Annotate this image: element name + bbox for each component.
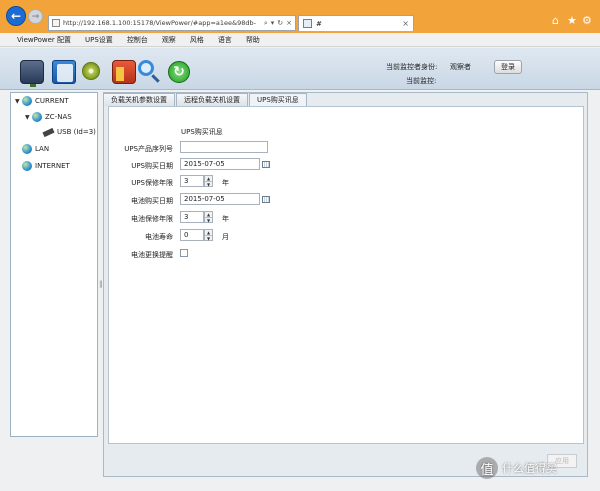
home-icon[interactable]: ⌂ [552,14,559,27]
menu-viewpower-config[interactable]: ViewPower 配置 [17,35,71,45]
calendar-icon[interactable] [262,161,270,168]
network-globe-icon [22,161,32,171]
menu-language[interactable]: 语言 [218,35,232,45]
battery-warranty-label: 电池保修年限 [131,215,173,223]
settings-tabs: 负载关机参数设置 远程负载关机设置 UPS购买讯息 [103,93,308,106]
search-icon[interactable]: ⌕ [264,19,268,28]
footer-strip [0,478,600,491]
battery-life-stepper[interactable]: ▲ ▼ [204,229,213,241]
battery-box-icon[interactable] [112,60,136,84]
spin-down-icon[interactable]: ▼ [205,182,212,187]
monitor-icon[interactable] [20,60,44,87]
battery-reminder-checkbox[interactable] [180,249,188,257]
menubar: ViewPower 配置 UPS设置 控制台 观察 风格 语言 帮助 [0,33,600,47]
calendar-icon[interactable] [262,196,270,203]
battery-life-unit: 月 [222,233,229,241]
favicon-icon [303,19,312,28]
tree-item-nas[interactable]: ▼ ZC-NAS [25,112,72,122]
back-arrow-icon: ← [10,9,22,23]
tab-title: # [316,19,322,28]
menu-style[interactable]: 风格 [190,35,204,45]
tab-ups-purchase[interactable]: UPS购买讯息 [249,93,307,106]
network-globe-icon [22,144,32,154]
watermark-logo-icon: 值 [476,457,498,479]
purchase-date-label: UPS购买日期 [131,162,173,170]
dropdown-icon[interactable]: ▾ [271,19,275,27]
menu-help[interactable]: 帮助 [246,35,260,45]
current-monitor-label: 当前监控: [406,77,437,85]
section-title: UPS购买讯息 [181,128,223,136]
battery-warranty-unit: 年 [222,215,229,223]
gear-icon[interactable]: ⚙ [582,14,592,27]
tree-item-current[interactable]: ▼ CURRENT [15,96,69,106]
identity-value: 观察者 [450,63,471,71]
serial-label: UPS产品序列号 [124,145,173,153]
address-bar[interactable]: http://192.168.1.100:15178/ViewPower/#ap… [48,15,296,31]
menu-observe[interactable]: 观察 [162,35,176,45]
tree-label-internet: INTERNET [35,162,70,170]
battery-life-label: 电池寿命 [145,233,173,241]
battery-warranty-input[interactable]: 3 [180,211,204,223]
serial-input[interactable] [180,141,268,153]
device-tree: ▼ CURRENT ▼ ZC-NAS USB (Id=3) LAN INTERN… [10,92,98,437]
tree-label-current: CURRENT [35,97,69,105]
close-icon[interactable]: × [286,19,292,27]
battery-warranty-stepper[interactable]: ▲ ▼ [204,211,213,223]
tree-label-lan: LAN [35,145,50,153]
watermark-text: 什么值得买 [502,462,557,475]
spin-down-icon[interactable]: ▼ [205,218,212,223]
network-globe-icon [32,112,42,122]
tree-item-usb[interactable]: USB (Id=3) [42,127,96,137]
magnifier-icon[interactable] [138,60,154,76]
warranty-input[interactable]: 3 [180,175,204,187]
battery-date-label: 电池购买日期 [131,197,173,205]
tree-item-lan[interactable]: LAN [22,144,49,154]
menu-ups-settings[interactable]: UPS设置 [85,35,113,45]
usb-cable-icon [42,127,55,137]
menu-console[interactable]: 控制台 [127,35,148,45]
identity-label: 当前监控者身份: [386,63,438,71]
splitter-handle[interactable]: ‖ [99,280,103,288]
tree-label-nas: ZC-NAS [45,113,72,121]
tab-content [108,106,584,444]
settings-tools-icon[interactable] [52,60,76,84]
network-globe-icon [22,96,32,106]
battery-life-input[interactable]: 0 [180,229,204,241]
warranty-stepper[interactable]: ▲ ▼ [204,175,213,187]
battery-date-input[interactable]: 2015-07-05 [180,193,260,205]
warranty-unit: 年 [222,179,229,187]
tab-close-icon[interactable]: × [402,19,409,28]
spin-down-icon[interactable]: ▼ [205,236,212,241]
forward-arrow-icon: → [31,11,40,22]
tree-item-internet[interactable]: INTERNET [22,161,70,171]
login-button[interactable]: 登录 [494,60,522,74]
disc-icon[interactable] [82,62,100,80]
warranty-label: UPS保修年限 [131,179,173,187]
battery-reminder-label: 电池更换提醒 [131,251,173,259]
tree-label-usb: USB (Id=3) [57,128,96,136]
url-text: http://192.168.1.100:15178/ViewPower/#ap… [63,19,256,27]
page-icon [52,19,60,27]
forward-button[interactable]: → [28,9,43,24]
purchase-date-input[interactable]: 2015-07-05 [180,158,260,170]
refresh-icon[interactable]: ↻ [277,19,283,27]
browser-tab[interactable]: # × [298,15,414,31]
tab-remote-shutdown[interactable]: 远程负载关机设置 [176,93,248,106]
watermark: 值 什么值得买 [476,457,557,479]
browser-chrome: ← → http://192.168.1.100:15178/ViewPower… [0,0,600,33]
refresh-button-icon[interactable]: ↻ [168,61,190,83]
expand-icon[interactable]: ▼ [25,114,32,121]
star-icon[interactable]: ★ [567,14,577,27]
back-button[interactable]: ← [6,6,26,26]
tab-load-shutdown[interactable]: 负载关机参数设置 [103,93,175,106]
expand-icon[interactable]: ▼ [15,98,22,105]
